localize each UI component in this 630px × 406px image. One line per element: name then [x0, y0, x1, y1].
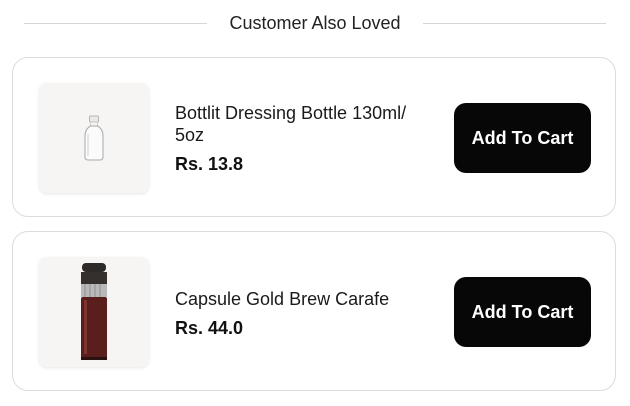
product-info: Capsule Gold Brew Carafe Rs. 44.0 [175, 288, 415, 339]
add-to-cart-button[interactable]: Add To Cart [454, 103, 591, 173]
product-info: Bottlit Dressing Bottle 130ml/ 5oz Rs. 1… [175, 102, 415, 175]
add-to-cart-button[interactable]: Add To Cart [454, 277, 591, 347]
product-thumbnail[interactable] [39, 257, 149, 367]
glass-bottle-image [84, 115, 104, 161]
product-thumbnail[interactable] [39, 83, 149, 193]
product-card: Capsule Gold Brew Carafe Rs. 44.0 Add To… [12, 231, 616, 391]
header-divider-right [422, 22, 606, 24]
header-divider-left [24, 22, 208, 24]
product-name[interactable]: Bottlit Dressing Bottle 130ml/ 5oz [175, 102, 415, 146]
product-name[interactable]: Capsule Gold Brew Carafe [175, 288, 415, 310]
product-price: Rs. 44.0 [175, 318, 244, 338]
section-title: Customer Also Loved [229, 12, 401, 33]
brew-carafe-image [81, 263, 107, 360]
product-price: Rs. 13.8 [175, 154, 244, 174]
product-card: Bottlit Dressing Bottle 130ml/ 5oz Rs. 1… [12, 57, 616, 217]
section-header: Customer Also Loved [24, 8, 606, 38]
